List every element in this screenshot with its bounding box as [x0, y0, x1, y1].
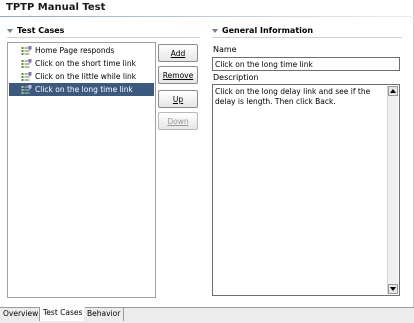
- tree-item-label: Click on the little while link: [35, 72, 137, 81]
- scroll-down-button[interactable]: [388, 284, 398, 294]
- remove-button[interactable]: Remove: [158, 66, 198, 84]
- tree-item-long-time-link[interactable]: Click on the long time link: [9, 83, 154, 96]
- name-field[interactable]: [212, 57, 400, 71]
- name-label: Name: [213, 45, 237, 54]
- twisty-down-icon[interactable]: [212, 28, 218, 33]
- tree-item-label: Click on the short time link: [35, 59, 136, 68]
- title-divider: [0, 16, 414, 17]
- editor-tab-bar: Overview Test Cases Behavior: [0, 307, 414, 323]
- general-info-header-label: General Information: [222, 26, 314, 35]
- arrow-up-icon: [390, 89, 396, 93]
- tree-item-home-page-responds[interactable]: Home Page responds: [9, 44, 154, 57]
- test-case-icon: [21, 45, 32, 55]
- tab-behavior[interactable]: Behavior: [84, 308, 125, 321]
- editor-area: TPTP Manual Test Test Cases Home Page re…: [0, 0, 414, 307]
- twisty-down-icon[interactable]: [7, 28, 13, 33]
- tree-item-little-while-link[interactable]: Click on the little while link: [9, 70, 154, 83]
- up-button[interactable]: Up: [158, 90, 198, 108]
- tab-overview[interactable]: Overview: [0, 308, 43, 321]
- test-case-icon: [21, 84, 32, 94]
- page-title: TPTP Manual Test: [6, 2, 106, 13]
- tree-item-label: Click on the long time link: [35, 85, 133, 94]
- down-button[interactable]: Down: [158, 112, 198, 130]
- test-case-icon: [21, 58, 32, 68]
- tree-item-label: Home Page responds: [35, 46, 115, 55]
- tree-item-short-time-link[interactable]: Click on the short time link: [9, 57, 154, 70]
- description-textarea[interactable]: Click on the long delay link and see if …: [212, 84, 400, 296]
- general-info-section-header[interactable]: General Information: [212, 26, 313, 35]
- test-case-icon: [21, 71, 32, 81]
- test-cases-section-rule: [7, 37, 200, 38]
- tab-test-cases[interactable]: Test Cases: [39, 307, 87, 321]
- test-cases-header-label: Test Cases: [17, 26, 65, 35]
- general-info-section-rule: [212, 37, 402, 38]
- test-cases-section-header[interactable]: Test Cases: [7, 26, 64, 35]
- description-text: Click on the long delay link and see if …: [215, 87, 371, 106]
- description-label: Description: [213, 73, 259, 82]
- description-scrollbar[interactable]: [387, 86, 398, 294]
- arrow-down-icon: [390, 287, 396, 291]
- test-cases-tree[interactable]: Home Page responds Click on the short ti…: [7, 42, 156, 298]
- add-button[interactable]: Add: [158, 44, 198, 62]
- scroll-up-button[interactable]: [388, 86, 398, 96]
